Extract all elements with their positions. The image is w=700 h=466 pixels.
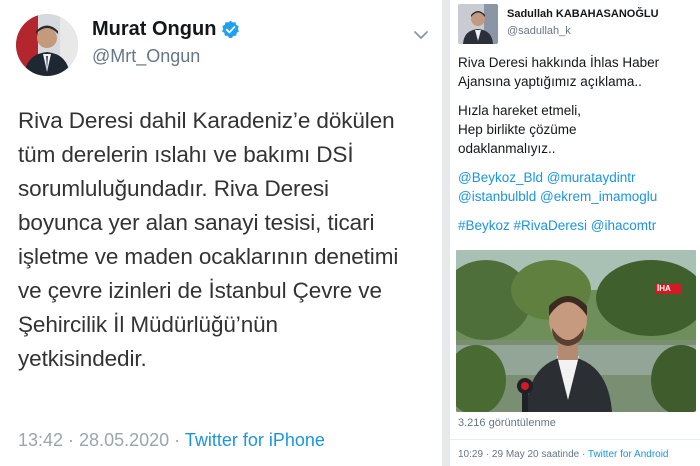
separator [450,439,700,440]
tweet-text-line: boyunca yer alan sanayi tesisi, ticari [18,210,375,235]
panel-divider [442,0,450,466]
tweet-source-link[interactable]: Twitter for Android [588,449,669,460]
mention-links[interactable]: @Beykoz_Bld @murataydintr [458,168,698,187]
avatar-photo [16,14,78,76]
tweet-text-line: Riva Deresi hakkında İhlas Haber [458,55,660,70]
tweet-source-link[interactable]: Twitter for iPhone [185,430,325,450]
video-logo: İHA [657,284,671,293]
view-count: 3.216 görüntülenme [458,417,556,429]
video-thumbnail [456,250,696,412]
tweet-meta: 10:29 · 29 May 20 saatinde · Twitter for… [458,449,669,460]
author-name[interactable]: Murat Ongun [92,18,216,41]
mention-links[interactable]: @istanbulbld @ekrem_imamoglu [458,187,698,206]
tweet-timestamp[interactable]: 10:29 · 29 May 20 saatinde · [458,449,588,460]
avatar[interactable] [16,14,78,76]
hashtag-links[interactable]: #Beykoz #RivaDeresi @ihacomtr [458,216,698,235]
tweet-text-line: sorumluluğundadır. Riva Deresi [18,176,329,201]
tweet-text: Riva Deresi dahil Karadeniz’e dökülen tü… [18,104,438,376]
tweet-text-line: ve çevre izinleri de İstanbul Çevre ve [18,278,382,303]
tweet-text-line: Riva Deresi dahil Karadeniz’e dökülen [18,108,395,133]
author-handle[interactable]: @Mrt_Ongun [92,46,200,67]
tweet-text-line: odaklanmalıyız.. [458,141,556,156]
author-name[interactable]: Sadullah KABAHASANOĞLU [507,8,659,20]
author-row: Murat Ongun [92,18,240,41]
chevron-down-icon[interactable] [412,26,430,44]
tweet-text-line: Hep birlikte çözüme [458,122,577,137]
tweet-text-line: Hızla hareket etmeli, [458,103,582,118]
tweet-text-line: Şehircilik İl Müdürlüğü’nün [18,312,278,337]
tweet-text-line: Ajansına yaptığımız açıklama.. [458,74,642,89]
avatar[interactable] [458,4,498,44]
video-player[interactable]: İHA [456,250,696,412]
avatar-photo [458,4,498,44]
left-tweet: Murat Ongun @Mrt_Ongun Riva Deresi dahil… [0,0,442,466]
tweet-timestamp[interactable]: 13:42 · 28.05.2020 · [18,430,185,450]
verified-badge-icon [222,20,240,39]
tweet-meta: 13:42 · 28.05.2020 · Twitter for iPhone [18,430,325,451]
author-handle[interactable]: @sadullah_k [507,25,571,37]
tweet-text: Riva Deresi hakkında İhlas Haber Ajansın… [458,53,698,235]
tweet-text-line: tüm derelerin ıslahı ve bakımı DSİ [18,142,354,167]
tweet-text-line: işletme ve maden ocaklarının denetimi [18,244,399,269]
tweet-text-line: yetkisindedir. [18,346,147,371]
right-tweet: Sadullah KABAHASANOĞLU @sadullah_k Riva … [450,0,700,466]
